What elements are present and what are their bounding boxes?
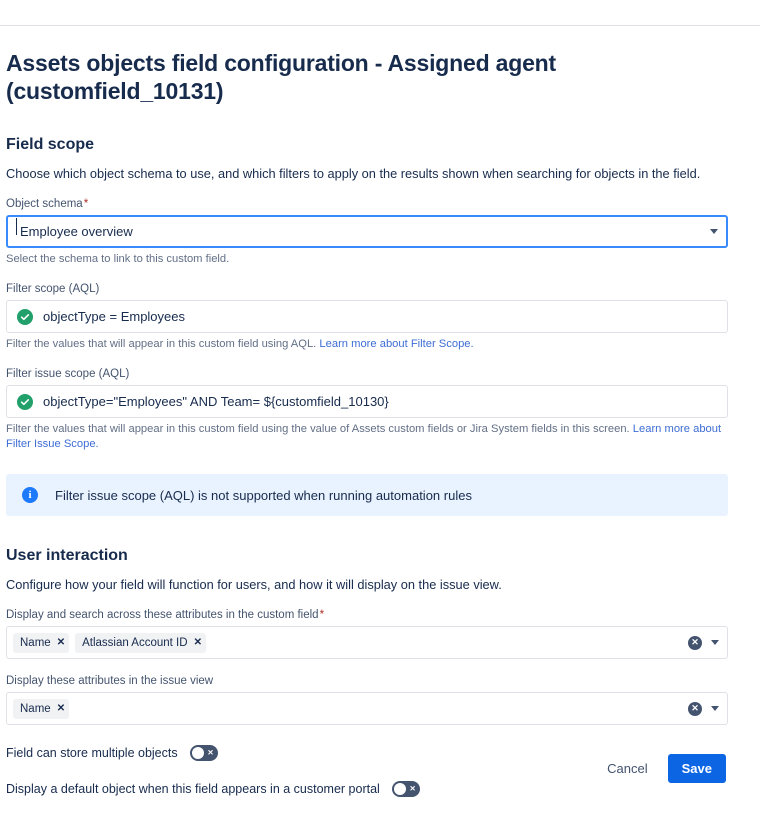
info-icon: i [22, 487, 38, 503]
chevron-down-icon[interactable] [710, 217, 718, 246]
required-asterisk: * [319, 609, 325, 621]
object-schema-label: Object schema* [6, 197, 724, 212]
tag-item[interactable]: Name ✕ [13, 698, 70, 719]
page-title: Assets objects field configuration - Ass… [6, 50, 556, 104]
issue-view-attributes-label: Display these attributes in the issue vi… [6, 675, 214, 687]
chevron-down-glyph [710, 229, 718, 234]
display-search-attributes-label: Display and search across these attribut… [6, 608, 724, 623]
automation-info-text: Filter issue scope (AQL) is not supporte… [55, 487, 472, 503]
section-heading-user-interaction: User interaction [6, 547, 128, 564]
cancel-button[interactable]: Cancel [595, 754, 659, 783]
object-schema-select[interactable]: Employee overview [6, 215, 728, 248]
toggle-knob [393, 783, 406, 795]
required-asterisk: * [83, 198, 89, 210]
section-heading-field-scope: Field scope [6, 136, 95, 153]
object-schema-label-text: Object schema [6, 198, 83, 210]
default-object-portal-toggle[interactable]: ✕ [391, 781, 420, 797]
filter-issue-scope-label: Filter issue scope (AQL) [6, 368, 130, 380]
tag-label: Atlassian Account ID [82, 636, 188, 649]
filter-scope-learn-more-link[interactable]: Learn more about Filter Scope. [319, 338, 473, 350]
save-button[interactable]: Save [667, 754, 726, 783]
object-schema-value: Employee overview [16, 218, 133, 239]
filter-issue-scope-helper: Filter the values that will appear in th… [6, 422, 724, 452]
select-actions: ✕ [688, 693, 719, 724]
toggle-row-default-object-portal: Display a default object when this field… [6, 781, 724, 797]
footer-actions: Cancel Save [0, 754, 760, 783]
tag-remove-icon[interactable]: ✕ [194, 637, 202, 648]
clear-icon[interactable]: ✕ [688, 635, 702, 650]
select-actions: ✕ [688, 627, 719, 658]
field-scope-description: Choose which object schema to use, and w… [6, 166, 701, 181]
check-circle-icon [17, 393, 33, 410]
filter-scope-input[interactable]: objectType = Employees [6, 300, 728, 333]
object-schema-helper: Select the schema to link to this custom… [6, 253, 230, 265]
clear-icon[interactable]: ✕ [688, 701, 702, 716]
automation-info-banner: i Filter issue scope (AQL) is not suppor… [6, 474, 728, 516]
filter-issue-scope-input[interactable]: objectType="Employees" AND Team= ${custo… [6, 385, 728, 418]
filter-scope-helper: Filter the values that will appear in th… [6, 337, 724, 352]
filter-scope-helper-text: Filter the values that will appear in th… [6, 338, 317, 350]
tag-item[interactable]: Atlassian Account ID ✕ [75, 632, 206, 653]
tag-remove-icon[interactable]: ✕ [57, 637, 65, 648]
check-circle-icon [17, 308, 33, 325]
tag-remove-icon[interactable]: ✕ [57, 703, 65, 714]
filter-scope-label: Filter scope (AQL) [6, 283, 100, 295]
tag-label: Name [20, 636, 51, 649]
issue-view-attributes-select[interactable]: Name ✕ ✕ [6, 692, 728, 725]
display-search-attributes-label-text: Display and search across these attribut… [6, 609, 319, 621]
filter-scope-value: objectType = Employees [43, 309, 185, 324]
configuration-page: Assets objects field configuration - Ass… [0, 0, 760, 828]
display-search-attributes-select[interactable]: Name ✕ Atlassian Account ID ✕ ✕ [6, 626, 728, 659]
toggle-label: Display a default object when this field… [6, 782, 380, 796]
chevron-down-icon[interactable] [711, 706, 719, 711]
toggle-off-icon: ✕ [409, 784, 416, 794]
tag-item[interactable]: Name ✕ [13, 632, 70, 653]
tag-label: Name [20, 702, 51, 715]
user-interaction-description: Configure how your field will function f… [6, 577, 502, 592]
filter-issue-scope-helper-text: Filter the values that will appear in th… [6, 423, 630, 435]
filter-issue-scope-value: objectType="Employees" AND Team= ${custo… [43, 394, 389, 409]
page-content: Assets objects field configuration - Ass… [0, 26, 760, 797]
chevron-down-icon[interactable] [711, 640, 719, 645]
